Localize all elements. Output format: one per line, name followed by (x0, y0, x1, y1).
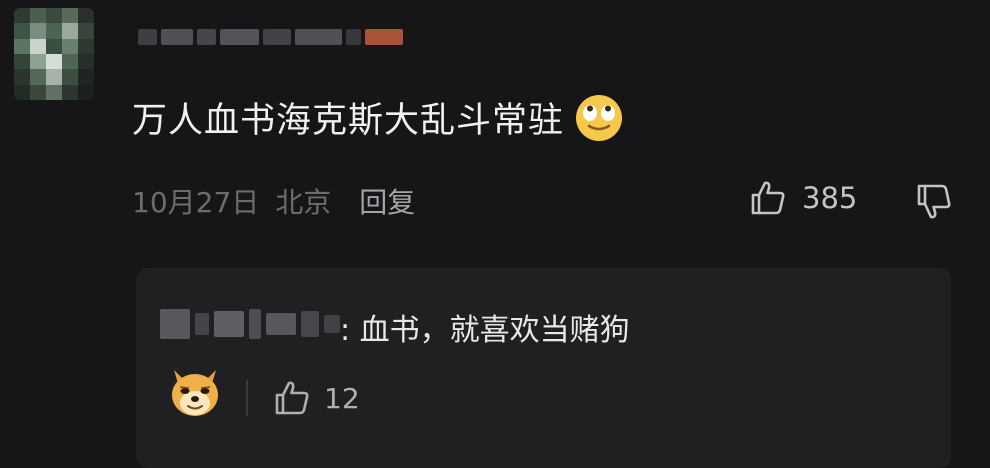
like-count: 385 (802, 181, 858, 215)
avatar[interactable] (14, 8, 94, 100)
comment-text: 万人血书海克斯大乱斗常驻 (132, 92, 624, 143)
reply-container (136, 268, 951, 468)
reply-username-redacted[interactable] (160, 302, 350, 346)
comment-meta: 10月27日 北京 回复 (132, 181, 415, 221)
like-button[interactable]: 385 (748, 178, 857, 218)
rolling-eyes-face-emoji (576, 94, 623, 141)
comment-date: 10月27日 (132, 186, 260, 219)
thumbs-up-icon (275, 381, 309, 415)
dislike-button[interactable] (913, 180, 955, 226)
thumbs-down-icon (917, 184, 951, 219)
comment-location: 北京 (275, 186, 332, 219)
comment-body: 万人血书海克斯大乱斗常驻 (132, 101, 565, 141)
reply-button[interactable]: 回复 (359, 181, 415, 221)
reply-like-count: 12 (324, 381, 360, 415)
thumbs-up-icon (751, 181, 785, 215)
doge-sticker (172, 370, 218, 416)
username-redacted[interactable] (138, 22, 404, 52)
reply-like-button[interactable]: 12 (272, 378, 360, 418)
reply-text: : 血书，就喜欢当赌狗 (340, 313, 630, 348)
divider (246, 380, 248, 416)
